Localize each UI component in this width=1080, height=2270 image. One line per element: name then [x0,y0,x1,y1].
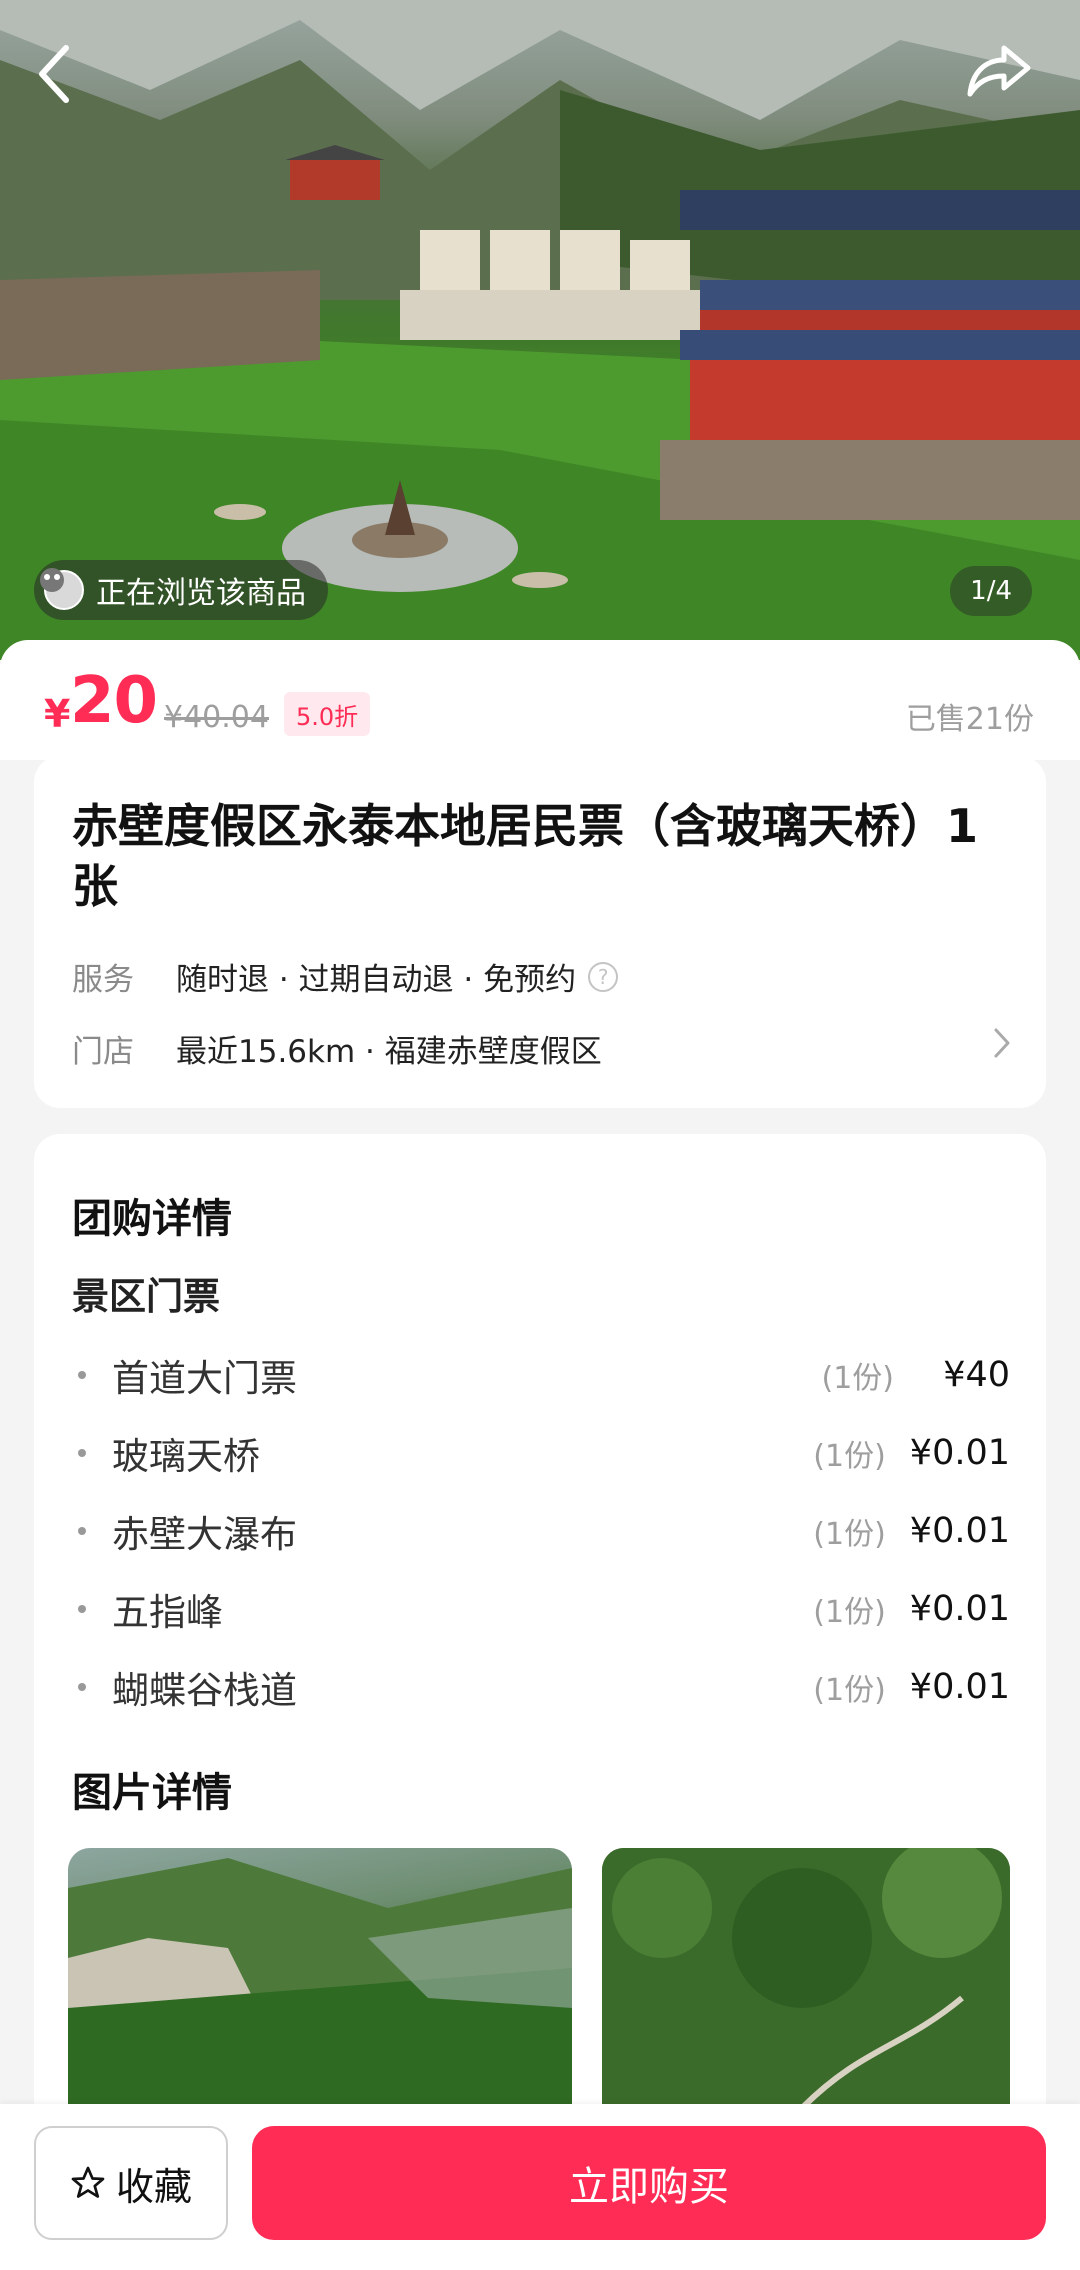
favorite-label: 收藏 [115,2164,192,2209]
list-item: 首道大门票 (1份) ¥40 [72,1336,1010,1414]
bottom-action-bar: 收藏 立即购买 [0,2104,1080,2270]
chevron-right-icon [994,1028,1010,1058]
item-qty: (1份) [813,1595,886,1630]
tickets-subheading: 景区门票 [72,1275,220,1318]
mountain-photo [68,1858,572,2108]
store-label: 门店 [72,1034,134,1070]
price-currency: ¥ [44,692,71,736]
buy-now-button[interactable]: 立即购买 [252,2126,1046,2240]
store-value: 最近15.6km · 福建赤壁度假区 [176,1034,602,1070]
list-item: 五指峰 (1份) ¥0.01 [72,1570,1010,1648]
item-qty: (1份) [821,1361,895,1396]
item-price: ¥0.01 [909,1433,1010,1473]
service-value: 随时退 · 过期自动退 · 免预约 [176,962,577,998]
bullet [78,1605,86,1613]
ticket-list: 首道大门票 (1份) ¥40 玻璃天桥 (1份) ¥0.01 赤壁大瀑布 (1份… [72,1336,1010,1726]
back-button[interactable] [34,42,124,132]
item-name: 赤壁大瀑布 [112,1513,297,1556]
item-qty: (1份) [813,1439,886,1474]
detail-photo[interactable] [602,1848,1010,2108]
item-name: 五指峰 [112,1591,223,1634]
help-icon[interactable]: ? [588,961,619,992]
browsing-text: 正在浏览该商品 [96,576,306,611]
service-row[interactable]: 服务 随时退 · 过期自动退 · 免预约 ? [72,954,619,999]
item-price: ¥0.01 [909,1667,1010,1707]
avatar [40,568,84,610]
share-button[interactable] [966,42,1056,132]
original-price: ¥40.04 [164,700,269,735]
product-title: 赤壁度假区永泰本地居民票（含玻璃天桥）1张 [72,799,979,913]
item-name: 玻璃天桥 [112,1435,260,1478]
image-counter: 1/4 [950,566,1032,616]
bullet [78,1449,86,1457]
item-name: 蝴蝶谷栈道 [112,1669,297,1712]
hero-image[interactable]: 正在浏览该商品 1/4 [0,0,1080,660]
item-price: ¥0.01 [909,1589,1010,1629]
store-row[interactable]: 门店 最近15.6km · 福建赤壁度假区 [72,1026,1012,1071]
sold-count: 已售21份 [905,702,1034,737]
bullet [78,1371,86,1379]
discount-badge: 5.0折 [284,692,371,736]
bullet [78,1683,86,1691]
bullet [78,1527,86,1535]
list-item: 蝴蝶谷栈道 (1份) ¥0.01 [72,1648,1010,1726]
service-label: 服务 [72,962,134,998]
group-details-heading: 团购详情 [72,1196,232,1242]
item-qty: (1份) [813,1673,886,1708]
forest-photo [602,1848,1010,2108]
product-info-card: 赤壁度假区永泰本地居民票（含玻璃天桥）1张 服务 随时退 · 过期自动退 · 免… [34,756,1046,1108]
photo-details-heading: 图片详情 [72,1770,232,1816]
list-item: 玻璃天桥 (1份) ¥0.01 [72,1414,1010,1492]
current-price: 20 [70,664,158,738]
item-qty: (1份) [813,1517,886,1552]
detail-photo[interactable] [68,1848,572,2108]
share-icon [967,45,1031,97]
item-name: 首道大门票 [112,1357,297,1400]
item-price: ¥40 [943,1355,1010,1395]
star-icon [71,2166,105,2198]
list-item: 赤壁大瀑布 (1份) ¥0.01 [72,1492,1010,1570]
favorite-button[interactable]: 收藏 [34,2126,228,2240]
browsing-indicator: 正在浏览该商品 [34,560,328,620]
item-price: ¥0.01 [909,1511,1010,1551]
back-arrow-icon [39,45,69,103]
